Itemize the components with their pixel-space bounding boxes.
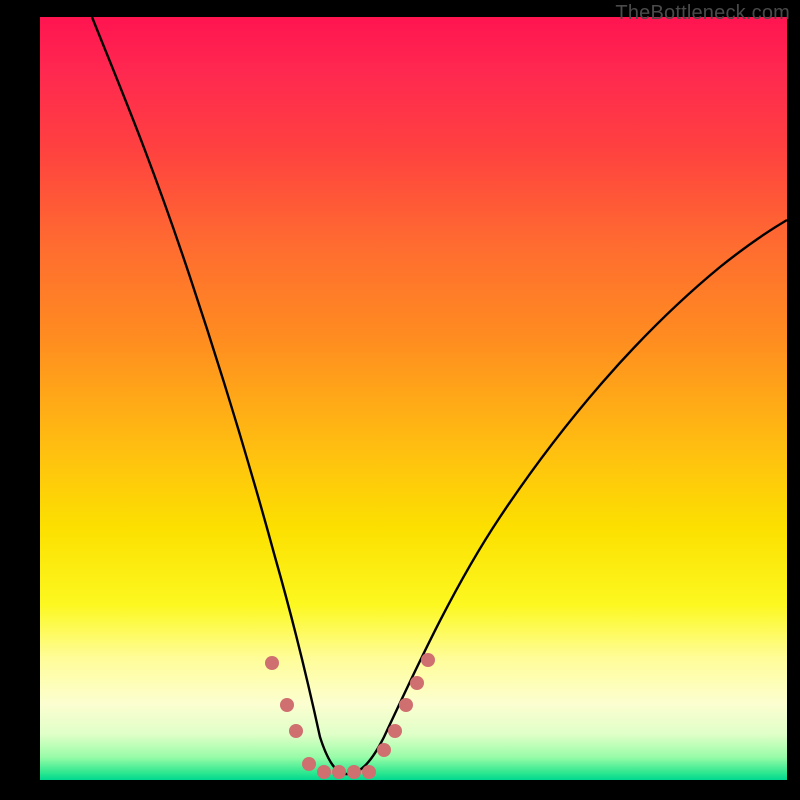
- watermark-text: TheBottleneck.com: [615, 2, 790, 25]
- marker-dot: [317, 765, 331, 779]
- curve-layer: [40, 17, 787, 780]
- marker-group: [265, 653, 435, 779]
- plot-area: [40, 17, 787, 780]
- marker-dot: [377, 743, 391, 757]
- marker-dot: [280, 698, 294, 712]
- marker-dot: [265, 656, 279, 670]
- chart-frame: TheBottleneck.com: [0, 0, 800, 800]
- marker-dot: [289, 724, 303, 738]
- marker-dot: [332, 765, 346, 779]
- marker-dot: [388, 724, 402, 738]
- marker-dot: [302, 757, 316, 771]
- marker-dot: [362, 765, 376, 779]
- marker-dot: [410, 676, 424, 690]
- marker-dot: [399, 698, 413, 712]
- marker-dot: [421, 653, 435, 667]
- bottleneck-curve: [92, 17, 787, 774]
- marker-dot: [347, 765, 361, 779]
